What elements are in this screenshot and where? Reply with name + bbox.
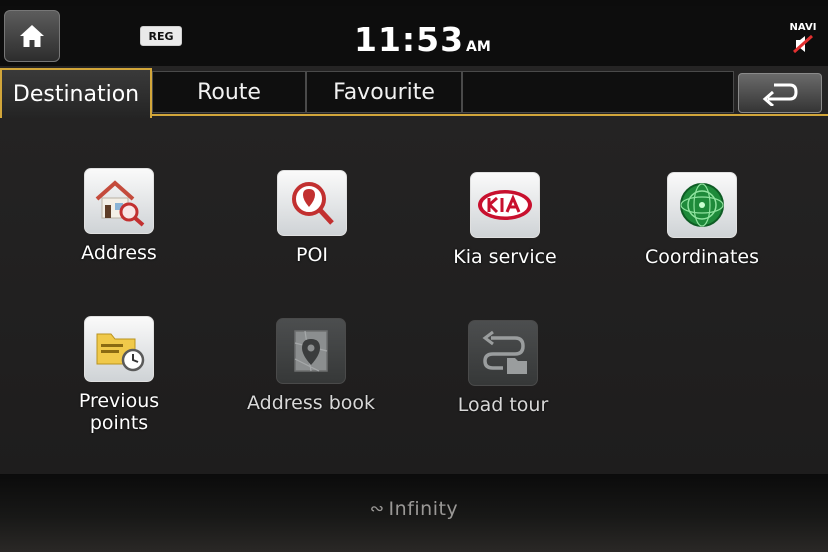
coordinates-label: Coordinates <box>644 246 760 268</box>
navi-label: NAVI <box>789 22 817 33</box>
device-brand: ∾ Infinity <box>0 498 828 520</box>
kia-service-label: Kia service <box>453 246 557 268</box>
reg-badge: REG <box>140 26 182 46</box>
address-tile[interactable]: Address <box>44 168 194 264</box>
back-button[interactable] <box>738 73 822 113</box>
previous-points-label-line1: Previous <box>78 390 160 412</box>
tab-favourite[interactable]: Favourite <box>306 71 462 113</box>
home-icon <box>20 25 44 47</box>
address-icon-box <box>84 168 154 234</box>
address-book-label: Address book <box>246 392 376 414</box>
house-magnifier-icon <box>95 180 145 227</box>
kia-logo-icon <box>478 190 532 220</box>
previous-points-icon-box <box>84 316 154 382</box>
clock-time: 11:53 <box>354 20 465 59</box>
head-unit-screen: REG 11:53 AM NAVI Destination Route Favou… <box>0 6 828 474</box>
address-book-icon-box <box>276 318 346 384</box>
load-tour-tile[interactable]: Load tour <box>428 320 578 416</box>
infinity-logo-icon: ∾ <box>369 499 385 519</box>
globe-grid-icon <box>680 183 724 227</box>
coordinates-icon-box <box>667 172 737 238</box>
poi-icon-box <box>277 170 347 236</box>
previous-points-tile[interactable]: Previous points <box>44 316 194 434</box>
tab-bar: Destination Route Favourite <box>0 68 828 118</box>
clock: 11:53 AM <box>354 20 491 59</box>
previous-points-label: Previous points <box>44 390 194 434</box>
load-tour-label: Load tour <box>457 394 549 416</box>
folder-clock-icon <box>96 333 145 372</box>
poi-pin-magnifier-icon <box>292 182 334 225</box>
tab-destination[interactable]: Destination <box>0 68 152 118</box>
speaker-muted-icon <box>793 34 813 54</box>
tab-bar-empty-space <box>462 71 734 113</box>
kia-service-icon-box <box>470 172 540 238</box>
previous-points-label-line2: points <box>89 412 149 434</box>
poi-label: POI <box>295 244 329 266</box>
brand-label: Infinity <box>388 498 459 520</box>
kia-service-tile[interactable]: Kia service <box>430 172 580 268</box>
status-bar: REG 11:53 AM NAVI <box>0 6 828 66</box>
poi-tile[interactable]: POI <box>237 170 387 266</box>
coordinates-tile[interactable]: Coordinates <box>627 172 777 268</box>
map-pin-book-icon <box>294 330 328 372</box>
clock-ampm: AM <box>466 39 491 55</box>
tab-route[interactable]: Route <box>152 71 306 113</box>
route-folder-icon <box>482 330 527 374</box>
address-book-tile[interactable]: Address book <box>236 318 386 414</box>
address-label: Address <box>81 242 157 264</box>
back-arrow-icon <box>762 83 798 106</box>
home-button[interactable] <box>4 10 60 62</box>
load-tour-icon-box <box>468 320 538 386</box>
navi-muted-indicator: NAVI <box>786 22 820 56</box>
